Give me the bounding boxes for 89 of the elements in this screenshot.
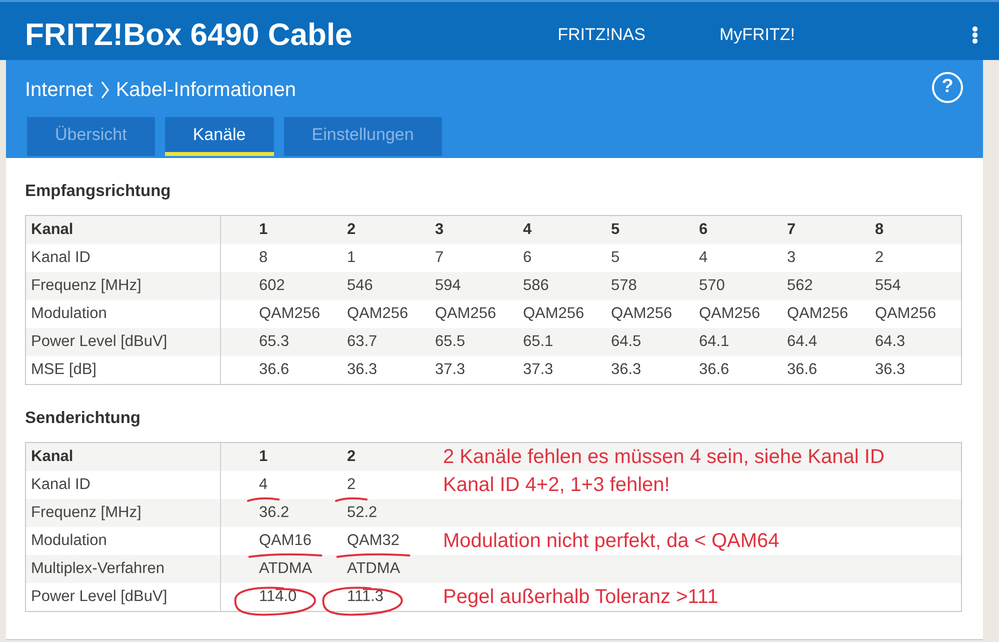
table-cell-text: 602: [259, 276, 286, 296]
annotation-text: Kanal ID 4+2, 1+3 fehlen!: [442, 473, 670, 498]
column-header: 1: [259, 447, 269, 467]
table-cell-text: 36.3: [875, 360, 906, 380]
tab[interactable]: Kanäle: [164, 117, 274, 156]
table-cell-text: 36.3: [611, 360, 642, 380]
column-header: 5: [611, 220, 621, 240]
table-cell: 2: [347, 476, 356, 493]
table-cell-text: 64.5: [611, 332, 642, 352]
row-header: Kanal: [26, 216, 221, 244]
table-cell-text: 546: [347, 276, 374, 296]
table-cell-text: 63.7: [347, 332, 378, 352]
breadcrumb-link[interactable]: Internet: [25, 78, 93, 102]
table-cell-text: QAM256: [611, 304, 674, 324]
nav-link[interactable]: FRITZ!NAS: [558, 24, 646, 46]
column-header: 4: [523, 220, 533, 240]
section-title: Senderichtung: [25, 408, 142, 428]
row-label: Power Level [dBuV]: [26, 583, 221, 611]
table-cell-text: 8: [259, 248, 269, 268]
table-cell-text: 65.3: [259, 332, 290, 352]
table-cell-text: QAM256: [523, 304, 586, 324]
row-header: Kanal: [26, 443, 221, 471]
table-cell-text: 64.3: [875, 332, 906, 352]
row-label: Power Level [dBuV]: [26, 328, 221, 356]
table-cell-text: 554: [875, 276, 902, 296]
table-cell: QAM16: [259, 532, 312, 549]
column-header: 6: [699, 220, 709, 240]
product-title: FRITZ!Box 6490 Cable: [25, 17, 352, 53]
table-cell: 114.0: [259, 588, 297, 605]
table-cell-text: 37.3: [435, 360, 466, 380]
column-header: 7: [787, 220, 797, 240]
row-label: MSE [dB]: [26, 356, 221, 384]
underline-icon: [247, 496, 280, 503]
table-cell-text: 36.3: [347, 360, 378, 380]
table-cell-text: 570: [699, 276, 726, 296]
table-cell-text: 5: [611, 248, 621, 268]
table-cell-text: 1: [347, 248, 357, 268]
table-cell-text: 36.6: [699, 360, 730, 380]
annotation-text: Pegel außerhalb Toleranz >111: [442, 585, 718, 610]
underline-icon: [247, 552, 324, 559]
table-cell-text: QAM256: [347, 304, 410, 324]
table-cell-text: 65.1: [523, 332, 554, 352]
table-cell-text: 6: [523, 248, 533, 268]
table-cell-text: QAM256: [699, 304, 762, 324]
nav-link[interactable]: MyFRITZ!: [719, 24, 795, 46]
table-cell-text: ATDMA: [259, 559, 314, 579]
table-cell: QAM32: [347, 532, 400, 549]
kebab-menu-icon[interactable]: [972, 26, 978, 44]
table-cell-text: 36.2: [259, 503, 290, 523]
table-cell-text: 4: [699, 248, 709, 268]
table-cell-text: 594: [435, 276, 462, 296]
annotation-text: Modulation nicht perfekt, da < QAM64: [442, 529, 780, 554]
table-cell: 4: [259, 476, 268, 493]
row-label: Multiplex-Verfahren: [26, 555, 221, 583]
table-cell-text: 36.6: [259, 360, 290, 380]
table-cell-text: 36.6: [787, 360, 818, 380]
column-header: 1: [259, 220, 269, 240]
table-cell-text: QAM256: [787, 304, 850, 324]
table-cell-text: 64.4: [787, 332, 818, 352]
table-cell-text: QAM256: [259, 304, 322, 324]
table-cell-text: 2: [875, 248, 885, 268]
breadcrumb-current: Kabel-Informationen: [116, 78, 296, 102]
underline-icon: [335, 496, 368, 503]
table-cell: 111.3: [347, 588, 384, 605]
row-label: Frequenz [MHz]: [26, 499, 221, 527]
chevron-right-icon: [100, 81, 109, 99]
table-cell-text: 562: [787, 276, 814, 296]
column-header: 8: [875, 220, 885, 240]
help-button[interactable]: ?: [932, 72, 963, 102]
column-header: 2: [347, 447, 357, 467]
column-header: 2: [347, 220, 357, 240]
table-cell-text: 586: [523, 276, 550, 296]
table-cell-text: 65.5: [435, 332, 466, 352]
table-cell-text: 64.1: [699, 332, 730, 352]
table-cell-text: 578: [611, 276, 638, 296]
tab[interactable]: Übersicht: [27, 117, 155, 156]
row-label: Frequenz [MHz]: [26, 272, 221, 300]
table-cell-text: 3: [787, 248, 797, 268]
table-cell-text: QAM256: [875, 304, 938, 324]
table-cell-text: QAM256: [435, 304, 498, 324]
tab[interactable]: Einstellungen: [284, 117, 442, 156]
table-cell-text: 7: [435, 248, 445, 268]
table-cell-text: ATDMA: [347, 559, 402, 579]
table-cell-text: 37.3: [523, 360, 554, 380]
table-cell-text: 52.2: [347, 503, 378, 523]
annotation-text: 2 Kanäle fehlen es müssen 4 sein, siehe Kanal ID: [442, 445, 884, 470]
column-header: 3: [435, 220, 445, 240]
underline-icon: [335, 552, 412, 559]
section-title: Empfangsrichtung: [25, 181, 172, 201]
